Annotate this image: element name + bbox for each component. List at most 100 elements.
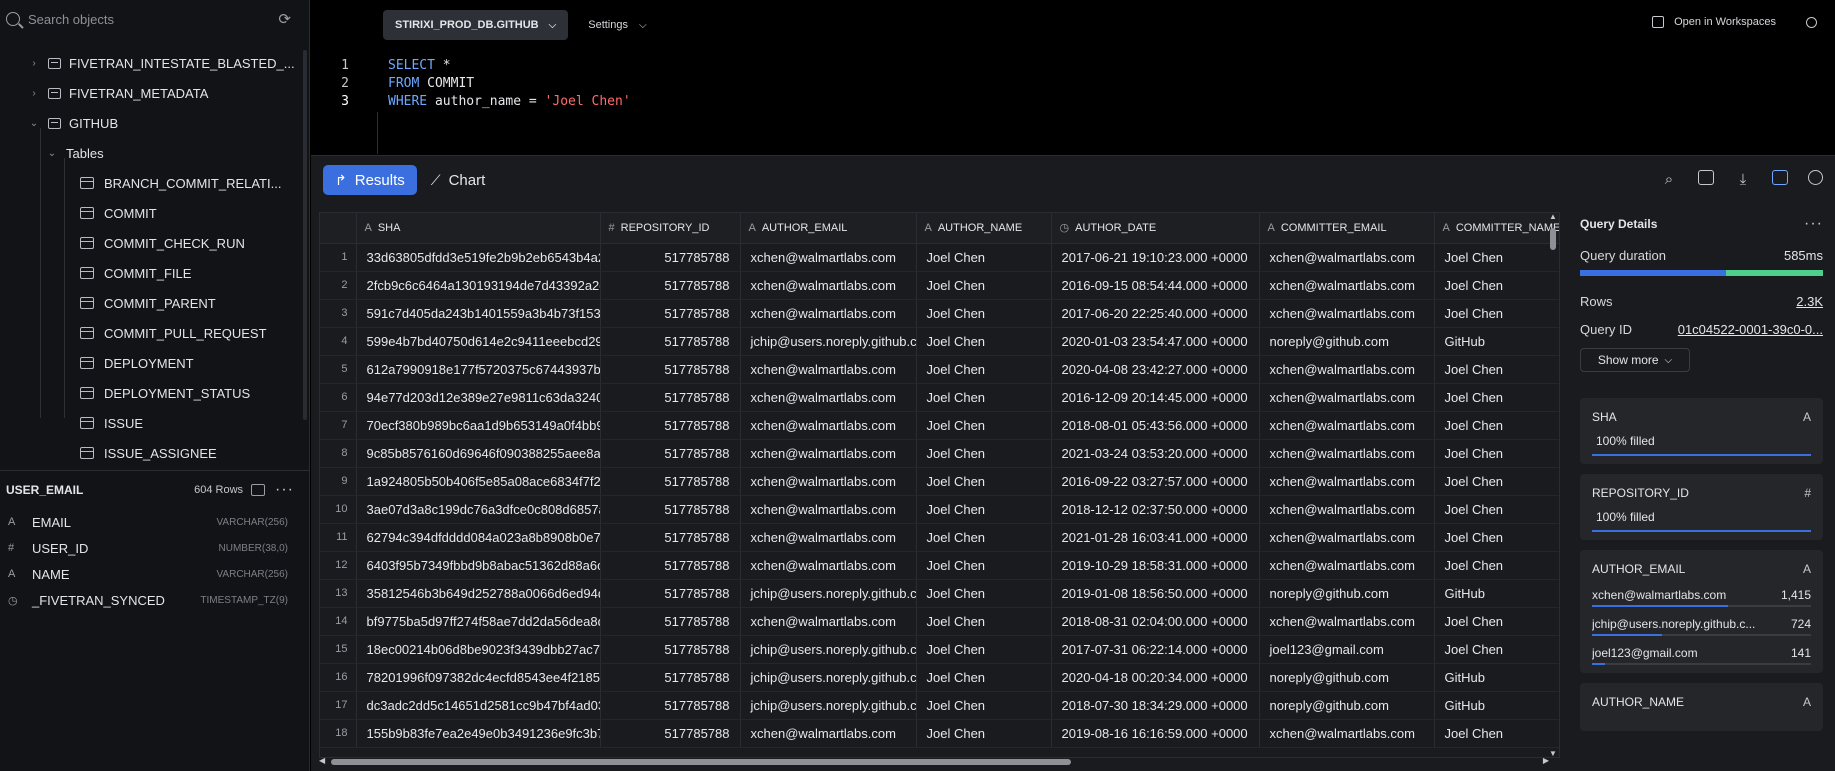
table-cell[interactable]: 18ec00214b06d8be9023f3439dbb27ac7118f0 — [356, 635, 601, 664]
column-header[interactable]: A COMMITTER_NAME — [1434, 213, 1559, 244]
table-cell[interactable]: xchen@walmartlabs.com — [740, 551, 917, 580]
tree-item[interactable]: COMMIT — [0, 198, 310, 228]
table-cell[interactable]: xchen@walmartlabs.com — [740, 383, 917, 412]
table-cell[interactable]: Joel Chen — [916, 383, 1052, 412]
table-cell[interactable]: Joel Chen — [916, 607, 1052, 636]
results-grid[interactable]: A SHA # REPOSITORY_ID A AUTHOR_EMAIL A AUTHOR_N… — [319, 212, 1560, 758]
tree-item[interactable]: ISSUE — [0, 408, 310, 438]
table-cell[interactable]: Joel Chen — [1434, 719, 1559, 748]
tree-item[interactable]: DEPLOYMENT — [0, 348, 310, 378]
table-cell[interactable]: Joel Chen — [916, 635, 1052, 664]
table-row[interactable]: 694e77d203d12e389e27e9811c63da3240ae0551… — [320, 383, 1559, 412]
table-cell[interactable]: Joel Chen — [916, 299, 1052, 328]
table-cell[interactable]: 2019-08-16 16:16:59.000 +0000 — [1051, 719, 1260, 748]
code-line[interactable]: 3 WHERE author_name = 'Joel Chen' — [311, 93, 630, 111]
column-header[interactable]: A AUTHOR_EMAIL — [740, 213, 917, 244]
table-cell[interactable]: Joel Chen — [916, 523, 1052, 552]
table-cell[interactable]: Joel Chen — [916, 691, 1052, 720]
download-icon[interactable]: ⤓ — [1734, 170, 1752, 188]
table-row[interactable]: 14bf9775ba5d97ff274f58ae7dd2da56dea8d8f9… — [320, 607, 1559, 636]
table-cell[interactable]: jchip@users.noreply.github.com — [740, 691, 917, 720]
table-cell[interactable]: xchen@walmartlabs.com — [1259, 411, 1435, 440]
tree-item[interactable]: ⌄ GITHUB — [0, 108, 310, 138]
table-cell[interactable]: jchip@users.noreply.github.com — [740, 635, 917, 664]
search-bar[interactable]: Search objects ⟳ — [0, 0, 309, 38]
chevron-right-icon[interactable]: › — [26, 58, 42, 69]
table-cell[interactable]: xchen@walmartlabs.com — [1259, 523, 1435, 552]
tree-item[interactable]: COMMIT_CHECK_RUN — [0, 228, 310, 258]
table-cell[interactable]: 517785788 — [600, 551, 741, 580]
table-cell[interactable]: xchen@walmartlabs.com — [740, 607, 917, 636]
table-cell[interactable]: 2018-08-01 05:43:56.000 +0000 — [1051, 411, 1260, 440]
table-cell[interactable]: noreply@github.com — [1259, 579, 1435, 608]
table-cell[interactable]: GitHub — [1434, 579, 1559, 608]
table-cell[interactable]: Joel Chen — [1434, 383, 1559, 412]
preview-icon[interactable] — [251, 484, 266, 496]
table-cell[interactable]: jchip@users.noreply.github.com — [740, 327, 917, 356]
table-cell[interactable]: 94e77d203d12e389e27e9811c63da3240ae05 — [356, 383, 601, 412]
table-row[interactable]: 126403f95b7349fbbd9b8abac51362d88a6cbbf2… — [320, 551, 1559, 580]
tree-item[interactable]: BRANCH_COMMIT_RELATI... — [0, 168, 310, 198]
grid-horizontal-scrollbar[interactable]: ◀ ▶ — [319, 756, 1549, 768]
table-cell[interactable]: xchen@walmartlabs.com — [1259, 467, 1435, 496]
table-cell[interactable]: GitHub — [1434, 663, 1559, 692]
more-options-icon[interactable]: ··· — [275, 481, 294, 499]
table-row[interactable]: 1335812546b3b649d252788a0066d6ed94de2151… — [320, 579, 1559, 608]
table-cell[interactable]: xchen@walmartlabs.com — [1259, 495, 1435, 524]
open-in-workspaces-button[interactable]: Open in Workspaces — [1652, 16, 1817, 28]
table-cell[interactable]: xchen@walmartlabs.com — [740, 355, 917, 384]
table-cell[interactable]: 2020-01-03 23:54:47.000 +0000 — [1051, 327, 1260, 356]
table-cell[interactable]: xchen@walmartlabs.com — [740, 411, 917, 440]
column-header[interactable]: A COMMITTER_EMAIL — [1259, 213, 1435, 244]
column-header[interactable]: # REPOSITORY_ID — [600, 213, 741, 244]
table-cell[interactable]: xchen@walmartlabs.com — [1259, 439, 1435, 468]
table-cell[interactable]: Joel Chen — [916, 271, 1052, 300]
table-cell[interactable]: xchen@walmartlabs.com — [740, 467, 917, 496]
tree-item[interactable]: › FIVETRAN_METADATA — [0, 78, 310, 108]
table-cell[interactable]: 517785788 — [600, 579, 741, 608]
table-cell[interactable]: xchen@walmartlabs.com — [740, 439, 917, 468]
grid-vertical-scrollbar[interactable]: ▲ ▼ — [1549, 212, 1557, 758]
details-panel-toggle-icon[interactable] — [1772, 170, 1788, 185]
table-cell[interactable]: 517785788 — [600, 411, 741, 440]
table-row[interactable]: 22fcb9c6c6464a130193194de7d43392a2d55b51… — [320, 271, 1559, 300]
table-cell[interactable]: xchen@walmartlabs.com — [1259, 271, 1435, 300]
table-cell[interactable]: 2016-09-15 08:54:44.000 +0000 — [1051, 271, 1260, 300]
scroll-left-icon[interactable]: ◀ — [319, 756, 325, 765]
table-cell[interactable]: jchip@users.noreply.github.com — [740, 579, 917, 608]
table-cell[interactable]: xchen@walmartlabs.com — [1259, 383, 1435, 412]
code-line[interactable]: 2 FROM COMMIT — [311, 75, 631, 93]
table-row[interactable]: 1678201996f097382dc4ecfd8543ee4f21858549… — [320, 663, 1559, 692]
table-cell[interactable]: 3ae07d3a8c199dc76a3dfce0c808d6857ac4a1 — [356, 495, 601, 524]
search-icon[interactable] — [1806, 16, 1817, 28]
table-cell[interactable]: 33d63805dfdd3e519fe2b9b2eb6543b4a25ba3 — [356, 243, 601, 272]
table-cell[interactable]: xchen@walmartlabs.com — [1259, 551, 1435, 580]
search-input[interactable]: Search objects — [28, 12, 114, 27]
table-cell[interactable]: 517785788 — [600, 271, 741, 300]
table-cell[interactable]: 70ecf380b989bc6aa1d9b653149a0f4bb98225 — [356, 411, 601, 440]
table-cell[interactable]: 2019-01-08 18:56:50.000 +0000 — [1051, 579, 1260, 608]
tab-chart[interactable]: ⟋ Chart — [431, 172, 486, 189]
tree-item[interactable]: COMMIT_PARENT — [0, 288, 310, 318]
table-cell[interactable]: Joel Chen — [916, 243, 1052, 272]
table-cell[interactable]: xchen@walmartlabs.com — [1259, 243, 1435, 272]
table-cell[interactable]: 2016-12-09 20:14:45.000 +0000 — [1051, 383, 1260, 412]
tree-item[interactable]: › FIVETRAN_INTESTATE_BLASTED_... — [0, 48, 310, 78]
schema-column-row[interactable]: A EMAIL VARCHAR(256) — [0, 509, 310, 535]
table-cell[interactable]: 2017-06-20 22:25:40.000 +0000 — [1051, 299, 1260, 328]
tree-item[interactable]: ISSUE_ASSIGNEE — [0, 438, 310, 468]
table-cell[interactable]: Joel Chen — [916, 495, 1052, 524]
table-cell[interactable]: xchen@walmartlabs.com — [740, 299, 917, 328]
table-cell[interactable]: 599e4b7bd40750d614e2c9411eeebcd29b27c — [356, 327, 601, 356]
tree-item[interactable]: ⌄ Tables — [0, 138, 310, 168]
table-cell[interactable]: 155b9b83fe7ea2e49e0b3491236e9fc3b74e2f — [356, 719, 601, 748]
column-card-author-email[interactable]: AUTHOR_EMAIL A xchen@walmartlabs.com 1,41… — [1580, 550, 1823, 673]
column-header[interactable]: A AUTHOR_NAME — [916, 213, 1052, 244]
table-row[interactable]: 1518ec00214b06d8be9023f3439dbb27ac7118f0… — [320, 635, 1559, 664]
table-cell[interactable]: 517785788 — [600, 327, 741, 356]
column-header[interactable]: ◷ AUTHOR_DATE — [1051, 213, 1260, 244]
table-cell[interactable]: Joel Chen — [1434, 243, 1559, 272]
table-row[interactable]: 89c85b8576160d69646f090388255aee8a084251… — [320, 439, 1559, 468]
scroll-thumb[interactable] — [331, 759, 1071, 765]
column-card-author-name[interactable]: AUTHOR_NAME A — [1580, 683, 1823, 731]
